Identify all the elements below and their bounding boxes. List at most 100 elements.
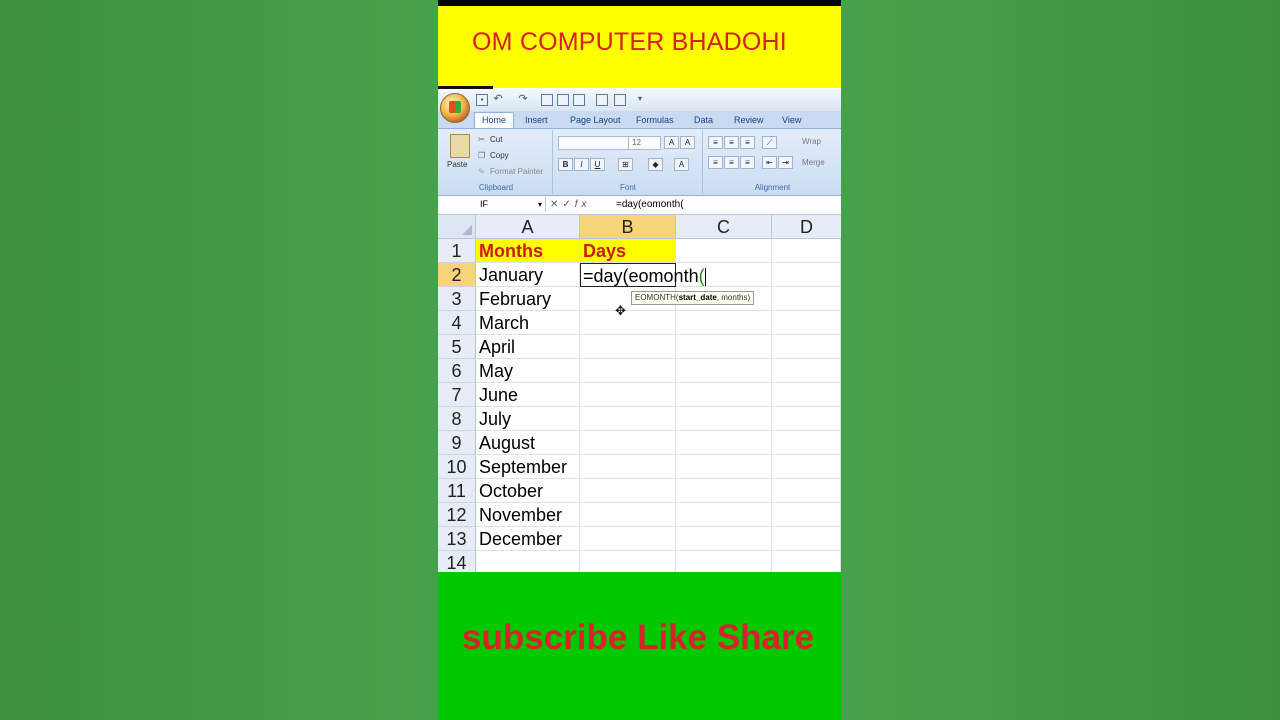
name-box[interactable]: IF ▾	[438, 197, 546, 212]
grid-cell[interactable]	[676, 335, 772, 359]
column-header-d[interactable]: D	[772, 215, 841, 239]
font-size-select[interactable]: 12	[628, 136, 661, 150]
cell-b1[interactable]: Days	[580, 239, 676, 263]
chevron-down-icon[interactable]: ▾	[538, 197, 542, 212]
month-cell[interactable]: January	[476, 263, 580, 287]
borders-icon[interactable]: ⊞	[618, 158, 633, 171]
copy-button[interactable]: Copy	[490, 151, 509, 160]
grid-cell[interactable]	[772, 311, 841, 335]
row-header[interactable]: 6	[438, 359, 476, 383]
grid-cell[interactable]	[676, 407, 772, 431]
grid-cell[interactable]	[676, 383, 772, 407]
grid-cell[interactable]	[676, 455, 772, 479]
grid-cell[interactable]	[772, 335, 841, 359]
undo-icon[interactable]: ↶	[493, 94, 503, 105]
grid-cell[interactable]	[580, 503, 676, 527]
orientation-icon[interactable]: ⟋	[762, 136, 777, 149]
grid-cell[interactable]	[580, 359, 676, 383]
grid-cell[interactable]	[580, 455, 676, 479]
grid-cell[interactable]	[772, 455, 841, 479]
formula-input[interactable]: =day(eomonth(	[616, 197, 684, 212]
grid-cell[interactable]	[772, 263, 841, 287]
grid-cell[interactable]	[580, 383, 676, 407]
month-cell[interactable]: April	[476, 335, 580, 359]
font-name-select[interactable]	[558, 136, 629, 150]
tab-data[interactable]: Data	[694, 113, 713, 128]
align-center-icon[interactable]: ≡	[724, 156, 739, 169]
row-header[interactable]: 7	[438, 383, 476, 407]
cut-button[interactable]: Cut	[490, 135, 502, 144]
font-color-icon[interactable]: A	[674, 158, 689, 171]
align-bottom-icon[interactable]: ≡	[740, 136, 755, 149]
tab-review[interactable]: Review	[734, 113, 764, 128]
month-cell[interactable]: October	[476, 479, 580, 503]
month-cell[interactable]: December	[476, 527, 580, 551]
grid-cell[interactable]	[676, 311, 772, 335]
column-header-c[interactable]: C	[676, 215, 772, 239]
row-header[interactable]: 8	[438, 407, 476, 431]
border-icon[interactable]	[573, 94, 585, 106]
row-header[interactable]: 5	[438, 335, 476, 359]
cell-b2-editing[interactable]: =day(eomonth(	[580, 263, 706, 287]
decrease-indent-icon[interactable]: ⇤	[762, 156, 777, 169]
grid-cell[interactable]	[580, 407, 676, 431]
filter-icon[interactable]	[614, 94, 626, 106]
cancel-icon[interactable]: ✕	[550, 199, 562, 210]
row-header[interactable]: 9	[438, 431, 476, 455]
customize-qat-icon[interactable]: ▾	[635, 94, 645, 104]
tab-view[interactable]: View	[782, 113, 801, 128]
grid-cell[interactable]	[772, 479, 841, 503]
row-header[interactable]: 3	[438, 287, 476, 311]
grid-cell[interactable]	[772, 407, 841, 431]
month-cell[interactable]: July	[476, 407, 580, 431]
grid-cell[interactable]	[772, 503, 841, 527]
fill-color-icon[interactable]: ◆	[648, 158, 663, 171]
row-header[interactable]: 12	[438, 503, 476, 527]
row-header[interactable]: 4	[438, 311, 476, 335]
new-icon[interactable]	[541, 94, 553, 106]
tab-formulas[interactable]: Formulas	[636, 113, 674, 128]
month-cell[interactable]: March	[476, 311, 580, 335]
sort-icon[interactable]	[596, 94, 608, 106]
grid-cell[interactable]	[676, 527, 772, 551]
bold-icon[interactable]: B	[558, 158, 573, 171]
tooltip-arg[interactable]: start_date	[679, 293, 717, 302]
grid-cell[interactable]	[772, 431, 841, 455]
grid-cell[interactable]	[676, 479, 772, 503]
month-cell[interactable]: May	[476, 359, 580, 383]
tab-insert[interactable]: Insert	[525, 113, 548, 128]
month-cell[interactable]: February	[476, 287, 580, 311]
grid-cell[interactable]	[676, 359, 772, 383]
grid-cell[interactable]	[676, 239, 772, 263]
grid-cell[interactable]	[580, 335, 676, 359]
grid-cell[interactable]	[772, 383, 841, 407]
row-header[interactable]: 2	[438, 263, 476, 287]
format-painter-button[interactable]: Format Painter	[490, 167, 543, 176]
grid-cell[interactable]	[772, 359, 841, 383]
grow-font-icon[interactable]: A	[664, 136, 679, 149]
grid-cell[interactable]	[772, 527, 841, 551]
grid-cell[interactable]	[580, 479, 676, 503]
save-icon[interactable]: ▪	[476, 94, 488, 106]
underline-icon[interactable]: U	[590, 158, 605, 171]
grid-cell[interactable]	[580, 311, 676, 335]
wrap-text-button[interactable]: Wrap	[802, 137, 821, 146]
grid-cell[interactable]	[676, 431, 772, 455]
increase-indent-icon[interactable]: ⇥	[778, 156, 793, 169]
redo-icon[interactable]: ↷	[518, 94, 528, 105]
cell-a1[interactable]: Months	[476, 239, 580, 263]
select-all-button[interactable]	[438, 215, 476, 239]
row-header[interactable]: 10	[438, 455, 476, 479]
column-header-a[interactable]: A	[476, 215, 580, 239]
month-cell[interactable]: November	[476, 503, 580, 527]
shrink-font-icon[interactable]: A	[680, 136, 695, 149]
align-top-icon[interactable]: ≡	[708, 136, 723, 149]
row-header[interactable]: 11	[438, 479, 476, 503]
italic-icon[interactable]: I	[574, 158, 589, 171]
insert-function-icon[interactable]: fx	[575, 199, 591, 210]
grid-cell[interactable]	[580, 527, 676, 551]
table-icon[interactable]	[557, 94, 569, 106]
month-cell[interactable]: August	[476, 431, 580, 455]
paste-icon[interactable]	[450, 134, 470, 158]
align-left-icon[interactable]: ≡	[708, 156, 723, 169]
